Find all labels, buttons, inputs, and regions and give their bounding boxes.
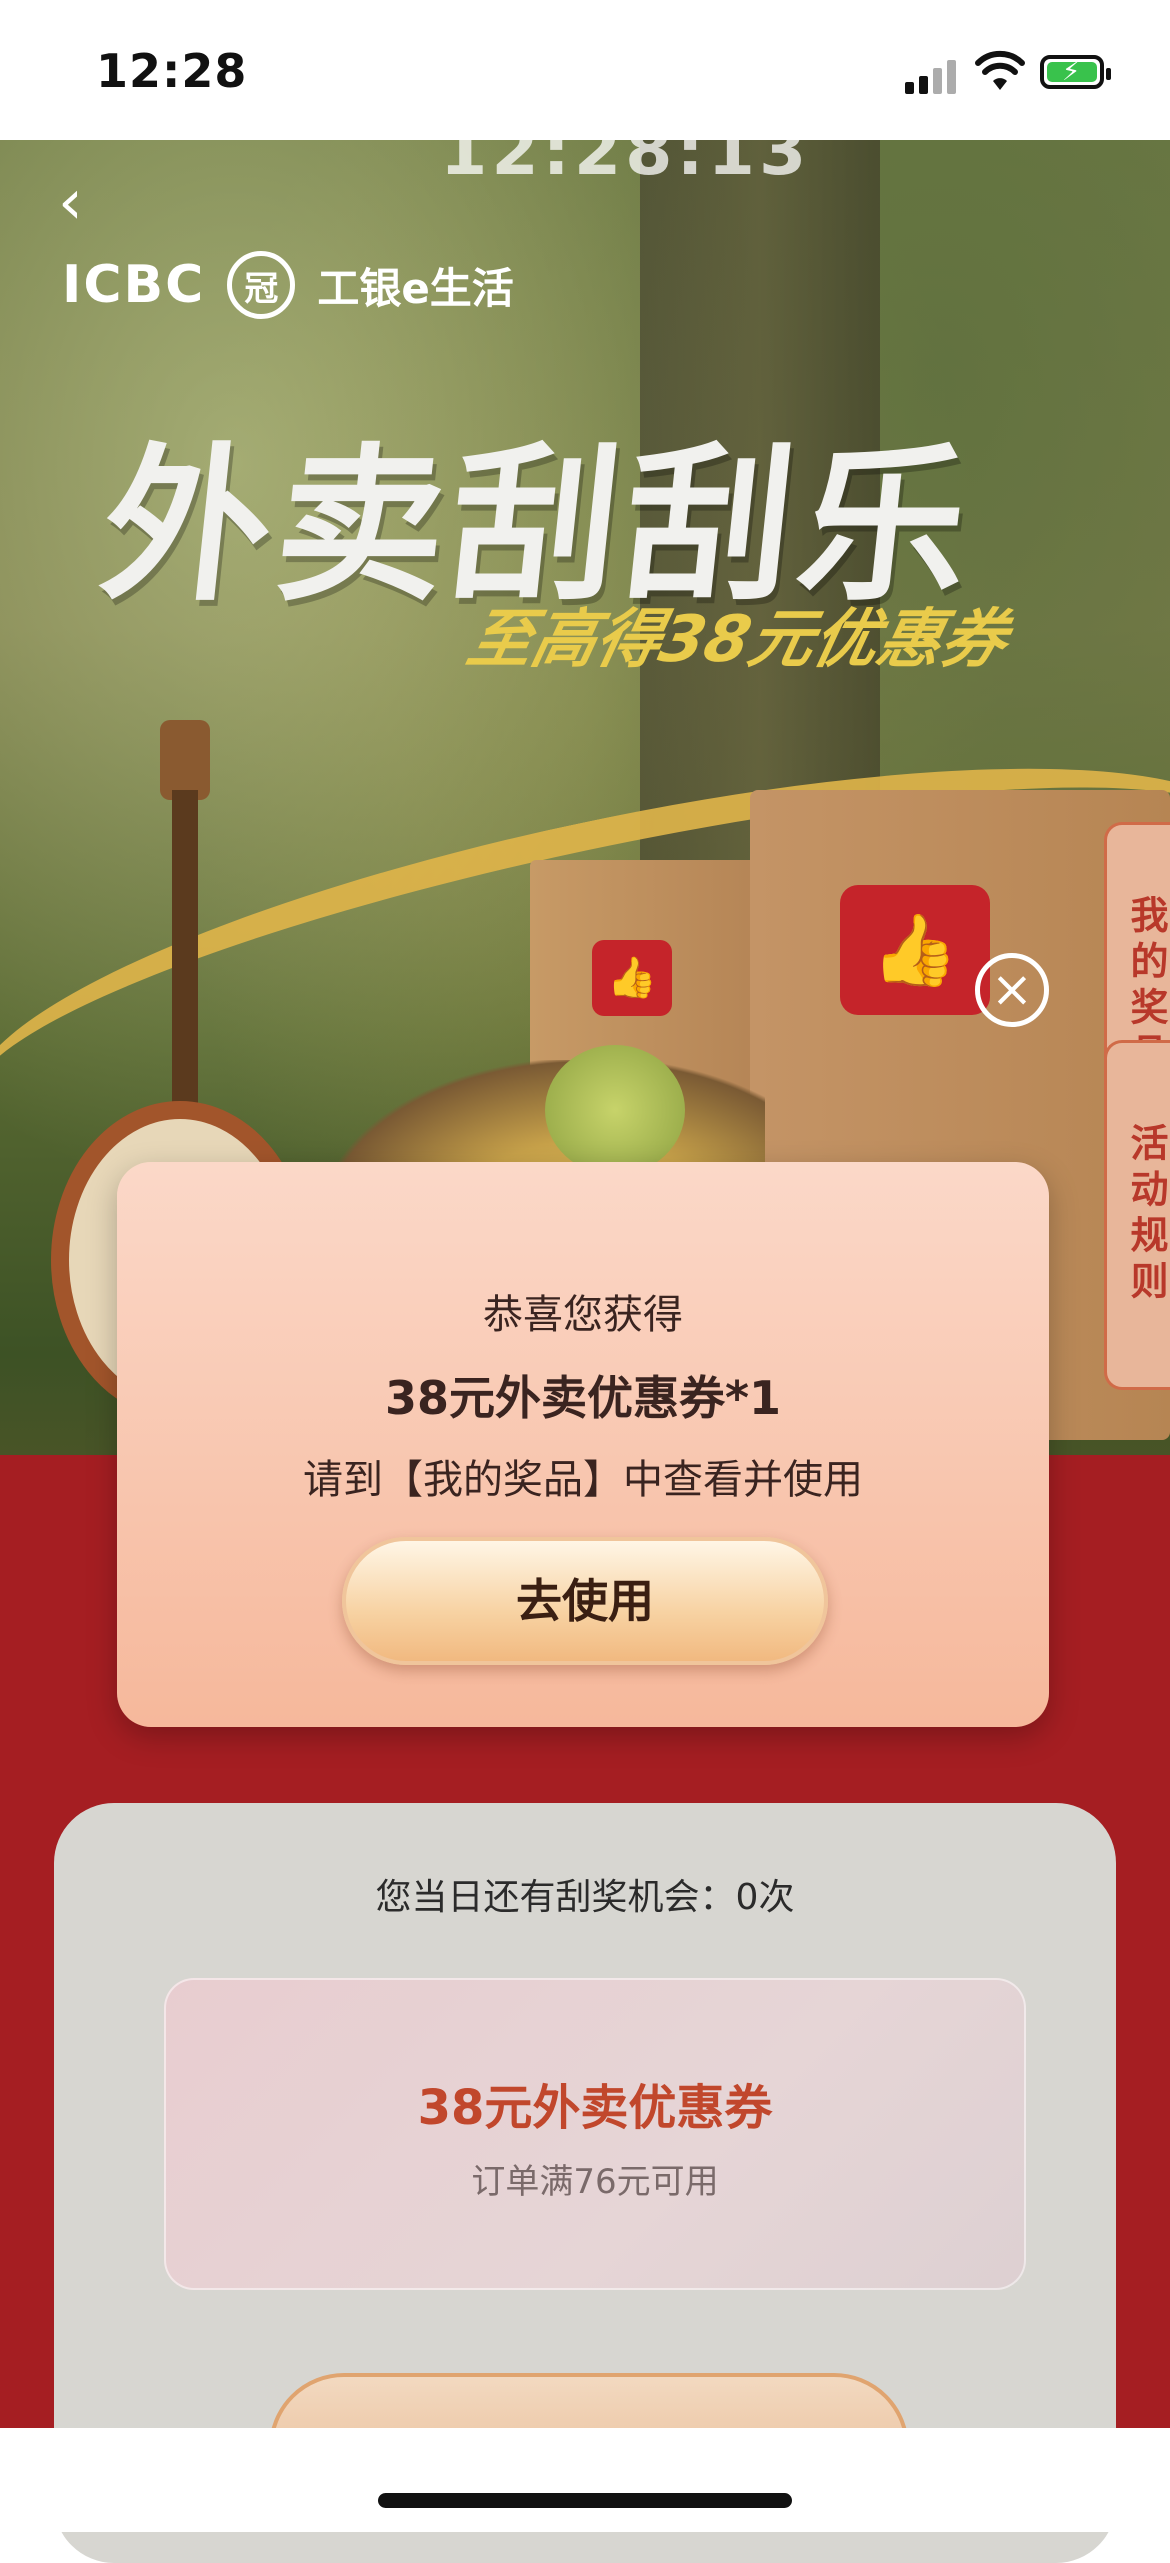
modal-hint: 请到【我的奖品】中查看并使用 bbox=[303, 1457, 863, 1503]
status-time: 12:28 bbox=[96, 44, 248, 98]
brand-logo: ICBC 冠 工银e生活 bbox=[62, 250, 514, 320]
modal-title: 恭喜您获得 bbox=[483, 1292, 683, 1338]
status-bar: 12:28 ⚡ bbox=[0, 0, 1170, 140]
close-icon[interactable]: × bbox=[975, 953, 1049, 1027]
coupon-title: 38元外卖优惠券 bbox=[417, 2080, 773, 2136]
battery-icon: ⚡ bbox=[1040, 55, 1111, 89]
activity-rules-tab[interactable]: 活动规则 bbox=[1104, 1040, 1170, 1390]
wifi-icon bbox=[975, 50, 1025, 90]
banner-subline: 至高得38元优惠券 bbox=[460, 603, 1014, 677]
coupon-subtitle: 订单满76元可用 bbox=[471, 2162, 719, 2202]
cellular-signal-icon bbox=[905, 58, 959, 94]
prize-modal: 恭喜您获得 38元外卖优惠券*1 请到【我的奖品】中查看并使用 去使用 bbox=[117, 1162, 1049, 1727]
home-indicator-bar bbox=[0, 2428, 1170, 2532]
grapes-image bbox=[545, 1045, 685, 1175]
brand-icbc-text: ICBC bbox=[62, 255, 206, 315]
icbc-logo-icon: 冠 bbox=[227, 251, 296, 319]
overlay-time: 12:28:13 bbox=[440, 140, 811, 191]
use-now-button[interactable]: 去使用 bbox=[342, 1537, 828, 1665]
thumbs-up-icon: 👍 bbox=[840, 885, 990, 1015]
home-indicator[interactable] bbox=[378, 2493, 792, 2508]
chances-remaining: 您当日还有刮奖机会：0次 bbox=[375, 1877, 795, 1918]
brand-name: 工银e生活 bbox=[317, 263, 514, 313]
thumbs-up-icon: 👍 bbox=[592, 940, 672, 1016]
coupon-card: 38元外卖优惠券 订单满76元可用 bbox=[164, 1978, 1026, 2290]
back-button[interactable]: ‹ bbox=[58, 171, 98, 233]
modal-prize: 38元外卖优惠券*1 bbox=[384, 1371, 782, 1425]
